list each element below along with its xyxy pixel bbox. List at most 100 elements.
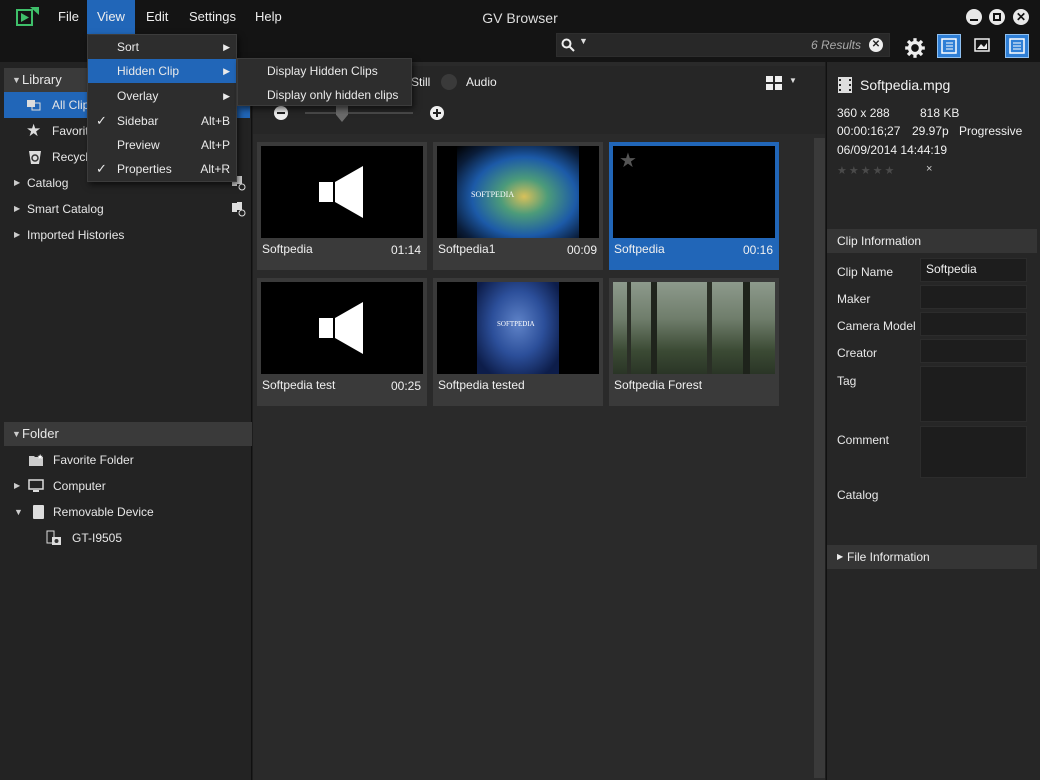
clip-duration: 00:16 xyxy=(742,243,773,257)
expand-arrow-icon: ▶ xyxy=(14,481,21,490)
clip-area-scrollbar[interactable] xyxy=(814,138,825,778)
maker-field[interactable] xyxy=(920,285,1027,309)
audio-filter-toggle[interactable] xyxy=(441,74,457,90)
sidebar-item-favorite-folder[interactable]: ★ Favorite Folder xyxy=(4,447,250,473)
file-size: 818 KB xyxy=(920,106,960,120)
menu-file[interactable]: File xyxy=(48,0,89,34)
sidebar-toggle-button[interactable] xyxy=(937,34,961,58)
clip-name: Softpedia xyxy=(262,242,313,256)
comment-field[interactable] xyxy=(920,426,1027,478)
view-menu-item-hidden-clip[interactable]: Hidden Clip ▶ xyxy=(88,59,236,83)
field-label-catalog: Catalog xyxy=(837,488,879,502)
view-menu-item-sort[interactable]: Sort ▶ xyxy=(88,35,236,59)
audio-speaker-icon xyxy=(319,166,363,218)
folder-header[interactable]: ▼ Folder xyxy=(4,422,252,446)
minimize-icon[interactable] xyxy=(966,9,982,25)
folder-header-label: Folder xyxy=(22,426,59,441)
clip-name: Softpedia xyxy=(614,242,665,256)
sidebar-item-removable-device[interactable]: ▼ Removable Device xyxy=(4,499,250,525)
menu-item-label: Sidebar xyxy=(117,114,159,128)
rating-star-icon[interactable]: ★ xyxy=(861,165,871,177)
menu-view[interactable]: View xyxy=(87,0,135,34)
menu-item-label: Sort xyxy=(117,40,140,54)
view-menu-item-sidebar[interactable]: ✓ Sidebar Alt+B xyxy=(88,109,236,133)
search-input[interactable]: ▼ 6 Results ✕ xyxy=(556,33,890,57)
zoom-slider-track[interactable] xyxy=(305,112,413,114)
tag-field[interactable] xyxy=(920,366,1027,422)
clip-tile[interactable]: SOFTPEDIA Softpedia1 00:09 xyxy=(433,142,603,270)
camera-device-icon xyxy=(46,530,61,545)
sidebar-item-imported-histories[interactable]: ▶ Imported Histories xyxy=(4,222,250,248)
file-name: Softpedia.mpg xyxy=(860,77,951,93)
rating-star-icon[interactable]: ★ xyxy=(849,165,859,177)
checkmark-icon: ✓ xyxy=(96,113,107,128)
zoom-in-icon[interactable] xyxy=(430,106,444,120)
clip-tile-selected[interactable]: ★ Softpedia 00:16 xyxy=(609,142,779,270)
film-icon xyxy=(838,77,852,93)
search-dropdown-icon[interactable]: ▼ xyxy=(579,36,588,46)
close-icon[interactable]: ✕ xyxy=(1013,9,1029,25)
field-label-camera-model: Camera Model xyxy=(837,319,916,333)
clear-search-icon[interactable]: ✕ xyxy=(869,38,883,52)
favorite-folder-icon: ★ xyxy=(29,453,43,466)
maximize-icon[interactable] xyxy=(989,9,1005,25)
still-filter-label[interactable]: Still xyxy=(411,75,430,89)
recycle-icon xyxy=(29,151,41,164)
collapse-arrow-icon: ▼ xyxy=(12,75,21,85)
search-icon xyxy=(561,38,575,52)
view-menu-item-overlay[interactable]: Overlay ▶ xyxy=(88,84,236,108)
app-logo-icon xyxy=(16,7,39,26)
grid-view-icon[interactable] xyxy=(766,76,782,90)
submenu-item-display-hidden-clips[interactable]: Display Hidden Clips xyxy=(238,59,411,83)
clip-tile[interactable]: Softpedia test 00:25 xyxy=(257,278,427,406)
sidebar-item-label: Favorit xyxy=(52,124,89,138)
rating-star-icon[interactable]: ★ xyxy=(837,165,847,177)
menu-item-shortcut: Alt+B xyxy=(200,114,230,128)
expand-arrow-icon: ▶ xyxy=(14,204,21,213)
camera-model-field[interactable] xyxy=(920,312,1027,336)
sidebar-item-label: Removable Device xyxy=(53,505,154,519)
gear-icon[interactable] xyxy=(903,36,927,60)
clip-name-field[interactable]: Softpedia xyxy=(920,258,1027,282)
expand-arrow-icon: ▶ xyxy=(837,552,844,561)
expand-arrow-icon: ▶ xyxy=(14,178,21,187)
menu-item-label: Overlay xyxy=(117,89,159,103)
view-menu-item-properties[interactable]: ✓ Properties Alt+R xyxy=(88,157,236,181)
clip-tile[interactable]: SOFTPEDIA Softpedia tested xyxy=(433,278,603,406)
view-menu-item-preview[interactable]: Preview Alt+P xyxy=(88,133,236,157)
menu-item-label: Hidden Clip xyxy=(117,64,180,78)
clip-tile[interactable]: Softpedia Forest xyxy=(609,278,779,406)
rating-stars[interactable]: ★ ★ ★ ★ ★ xyxy=(837,163,896,177)
properties-toggle-button[interactable] xyxy=(1005,34,1029,58)
thumbnail-watermark: SOFTPEDIA xyxy=(497,320,535,328)
frame-rate: 29.97p xyxy=(912,124,949,138)
clip-information-header[interactable]: Clip Information xyxy=(827,229,1037,253)
menu-help[interactable]: Help xyxy=(245,0,292,34)
clear-rating-icon[interactable]: × xyxy=(926,163,932,175)
rating-star-icon[interactable]: ★ xyxy=(885,165,895,177)
menu-item-shortcut: Alt+R xyxy=(200,162,230,176)
menu-settings[interactable]: Settings xyxy=(179,0,246,34)
star-icon: ★ xyxy=(26,121,42,140)
submenu-arrow-icon: ▶ xyxy=(223,66,230,76)
timecode: 00:00:16;27 xyxy=(837,124,901,138)
file-information-header[interactable]: ▶ File Information xyxy=(827,545,1037,569)
creator-field[interactable] xyxy=(920,339,1027,363)
view-dropdown-icon[interactable]: ▼ xyxy=(789,76,797,85)
favorite-star-icon[interactable]: ★ xyxy=(619,148,637,173)
rating-star-icon[interactable]: ★ xyxy=(873,165,883,177)
clip-name: Softpedia test xyxy=(262,378,336,392)
checkmark-icon: ✓ xyxy=(96,161,107,176)
clip-tile[interactable]: Softpedia 01:14 xyxy=(257,142,427,270)
menu-edit[interactable]: Edit xyxy=(136,0,178,34)
sidebar-item-smart-catalog[interactable]: ▶ Smart Catalog xyxy=(4,196,250,222)
clip-name: Softpedia Forest xyxy=(614,378,703,392)
sidebar-item-computer[interactable]: ▶ Computer xyxy=(4,473,250,499)
submenu-item-display-only-hidden-clips[interactable]: Display only hidden clips xyxy=(238,83,411,107)
smart-catalog-add-icon[interactable] xyxy=(230,201,246,217)
sidebar-item-gt-i9505[interactable]: GT-I9505 xyxy=(4,525,250,551)
thumbnail-watermark: SOFTPEDIA xyxy=(471,190,515,199)
hidden-clip-submenu: Display Hidden Clips Display only hidden… xyxy=(237,58,412,106)
preview-toggle-button[interactable] xyxy=(971,34,995,58)
collapse-arrow-icon: ▼ xyxy=(14,507,23,517)
